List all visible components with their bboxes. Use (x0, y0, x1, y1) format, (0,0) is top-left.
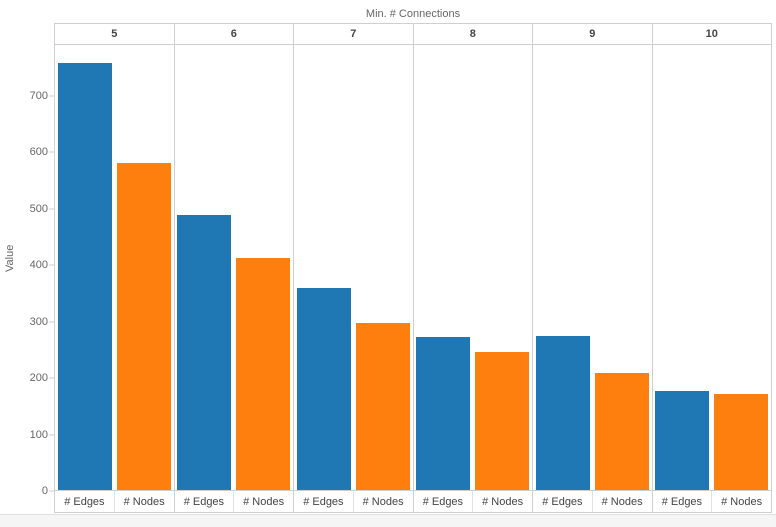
x-axis-tick-label[interactable]: # Edges (55, 491, 114, 512)
y-axis-tick-label: 0 (41, 485, 48, 497)
column-header-cell[interactable]: 8 (414, 24, 533, 44)
y-axis-tick-label: 500 (29, 202, 48, 215)
y-axis-ticks: 0 100 200 300 400 500 600 700 (18, 45, 54, 497)
bar-edges[interactable] (57, 63, 112, 490)
x-axis-tick-label[interactable]: # Nodes (233, 491, 293, 512)
x-axis-tick-label[interactable]: # Edges (175, 491, 234, 512)
bar-nodes[interactable] (714, 394, 769, 490)
x-axis-labels: # Edges # Nodes # Edges # Nodes # Edges # Nod… (54, 491, 772, 513)
y-axis-tick-label: 200 (29, 372, 48, 385)
x-axis-tick-label[interactable]: # Nodes (711, 491, 771, 512)
bar-edges[interactable] (655, 390, 710, 490)
y-axis-tick-label: 100 (29, 428, 48, 441)
bar-edges[interactable] (416, 336, 471, 490)
bar-nodes[interactable] (236, 257, 291, 490)
y-axis-title: Value (4, 244, 16, 272)
y-axis-tick-label: 600 (29, 146, 48, 159)
bar-edges[interactable] (296, 288, 351, 490)
chart-panel (414, 45, 533, 490)
chart-panel (294, 45, 414, 490)
chart-panel (653, 45, 772, 490)
column-header-cell[interactable]: 9 (533, 24, 653, 44)
bar-chart: Min. # Connections 5 6 7 8 9 10 Value 0 1… (0, 0, 776, 527)
column-header-band: 5 6 7 8 9 10 (54, 23, 772, 45)
y-axis-tick-label: 400 (29, 259, 48, 272)
x-axis-tick-label[interactable]: # Nodes (113, 491, 174, 512)
x-axis-panel: # Edges # Nodes (54, 491, 175, 512)
bar-edges[interactable] (177, 215, 232, 490)
chart-panel (533, 45, 653, 490)
plot-area (54, 45, 772, 491)
x-axis-tick-label[interactable]: # Edges (533, 491, 592, 512)
x-axis-panel: # Edges # Nodes (533, 491, 653, 512)
column-header-cell[interactable]: 5 (54, 24, 175, 44)
column-header-cell[interactable]: 6 (175, 24, 294, 44)
x-axis-tick-label[interactable]: # Nodes (352, 491, 413, 512)
x-axis-panel: # Edges # Nodes (653, 491, 772, 512)
x-axis-tick-label[interactable]: # Nodes (472, 491, 532, 512)
x-axis-tick-label[interactable]: # Edges (294, 491, 353, 512)
bar-nodes[interactable] (355, 322, 410, 490)
bar-nodes[interactable] (594, 372, 649, 490)
y-axis-tick-label: 300 (29, 315, 48, 328)
column-header-cell[interactable]: 7 (294, 24, 414, 44)
x-axis-panel: # Edges # Nodes (414, 491, 533, 512)
x-axis-panel: # Edges # Nodes (175, 491, 294, 512)
x-axis-panel: # Edges # Nodes (294, 491, 414, 512)
x-axis-tick-label[interactable]: # Edges (414, 491, 473, 512)
column-header-title: Min. # Connections (365, 8, 461, 20)
x-axis-tick-label[interactable]: # Edges (653, 491, 712, 512)
y-axis-tick-label: 700 (29, 89, 48, 102)
column-header-cell[interactable]: 10 (653, 24, 772, 44)
bar-edges[interactable] (535, 335, 590, 490)
x-axis-tick-label[interactable]: # Nodes (591, 491, 652, 512)
bottom-strip (0, 514, 776, 527)
bar-nodes[interactable] (116, 162, 171, 490)
chart-panel (175, 45, 294, 490)
bar-nodes[interactable] (475, 352, 530, 490)
chart-panel (55, 45, 175, 490)
